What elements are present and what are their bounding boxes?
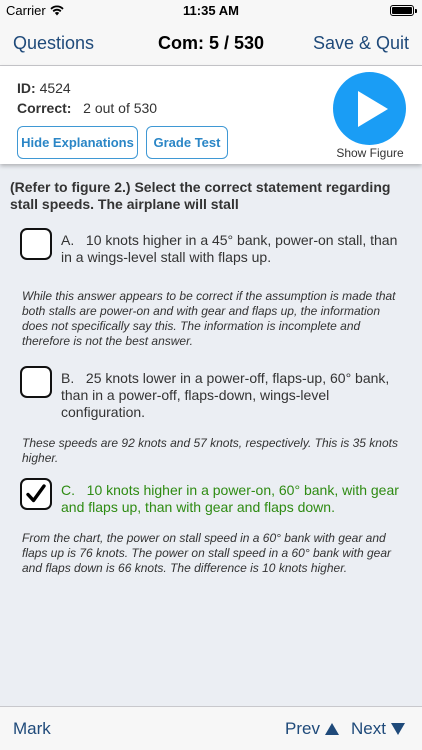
save-quit-button[interactable]: Save & Quit [313, 33, 409, 54]
status-time: 11:35 AM [183, 3, 239, 18]
next-button[interactable]: Next [351, 719, 405, 739]
answer-checkbox-c[interactable] [20, 478, 52, 510]
explanation-b: These speeds are 92 knots and 57 knots, … [22, 436, 398, 465]
answer-body-a: 10 knots higher in a 45° bank, power-on … [61, 232, 398, 265]
battery-icon [390, 5, 417, 16]
explanation-c: From the chart, the power on stall speed… [22, 531, 392, 575]
grade-test-button[interactable]: Grade Test [146, 126, 228, 159]
checkmark-icon [26, 484, 46, 503]
bottom-toolbar: Mark Prev Next [0, 706, 422, 750]
prev-label: Prev [285, 719, 320, 738]
play-icon [357, 90, 388, 127]
answer-checkbox-a[interactable] [20, 228, 52, 260]
hide-explanations-button[interactable]: Hide Explanations [17, 126, 138, 159]
question-text: (Refer to figure 2.) Select the correct … [10, 179, 391, 212]
status-bar: Carrier 11:35 AM [0, 0, 422, 22]
show-figure-button[interactable] [333, 72, 406, 145]
explanation-a: While this answer appears to be correct … [22, 289, 396, 348]
mark-label: Mark [13, 719, 51, 738]
answer-checkbox-b[interactable] [20, 366, 52, 398]
answer-text-a: A. 10 knots higher in a 45° bank, power-… [61, 232, 406, 266]
correct-value: 2 out of 530 [83, 100, 158, 116]
question-id-row: ID: 4524 [17, 80, 71, 96]
triangle-down-icon [390, 723, 405, 735]
answer-body-b: 25 knots lower in a power-off, flaps-up,… [61, 370, 390, 420]
answer-body-c: 10 knots higher in a power-on, 60° bank,… [61, 482, 399, 515]
mark-button[interactable]: Mark [13, 719, 51, 739]
answer-text-b: B. 25 knots lower in a power-off, flaps-… [61, 370, 406, 421]
correct-count-row: Correct: 2 out of 530 [17, 100, 157, 116]
id-value: 4524 [39, 80, 71, 96]
answer-text-c: C. 10 knots higher in a power-on, 60° ba… [61, 482, 406, 516]
correct-label: Correct: [17, 100, 72, 116]
info-panel: ID: 4524 Correct: 2 out of 530 Hide Expl… [0, 66, 422, 164]
triangle-up-icon [324, 723, 339, 735]
next-label: Next [351, 719, 386, 738]
prev-button[interactable]: Prev [285, 719, 339, 739]
nav-bar: Questions Com: 5 / 530 Save & Quit [0, 22, 422, 66]
answer-letter-b: B. [61, 370, 75, 386]
show-figure-label: Show Figure [336, 146, 404, 160]
id-label: ID: [17, 80, 36, 96]
answer-letter-a: A. [61, 232, 75, 248]
answer-letter-c: C. [61, 482, 75, 498]
